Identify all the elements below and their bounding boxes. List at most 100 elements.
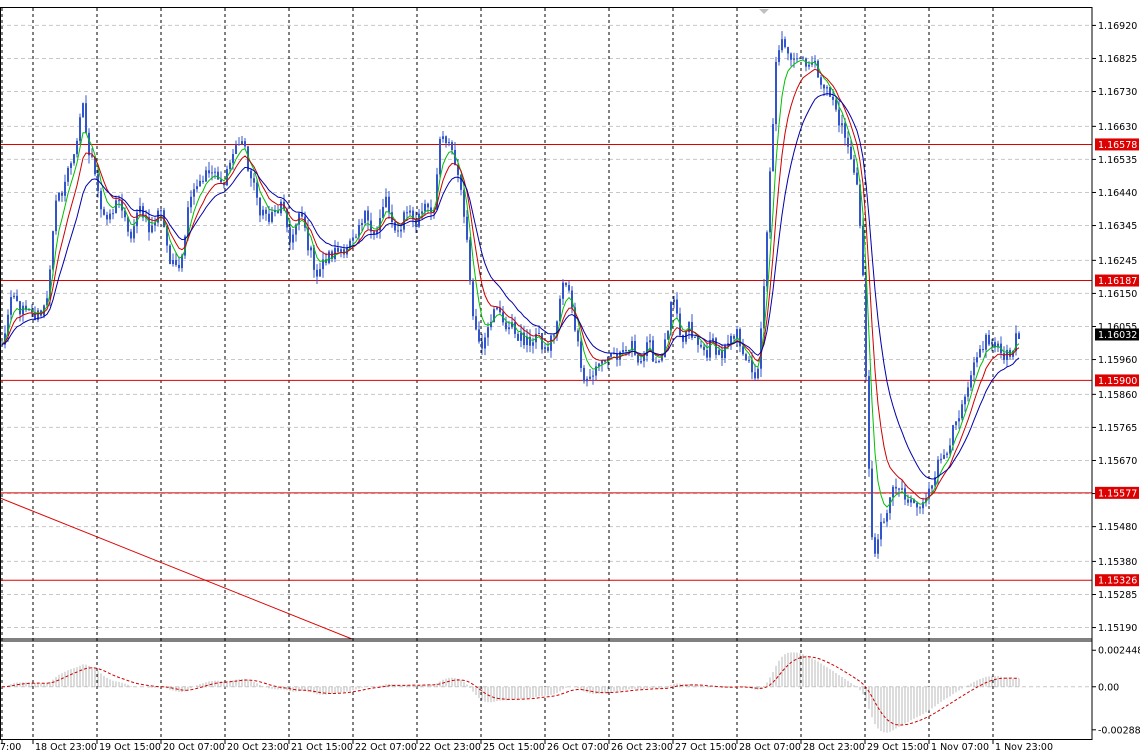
- candle-body: [640, 361, 642, 363]
- candle-body: [745, 354, 747, 361]
- candle-body: [790, 53, 792, 60]
- candle-body: [544, 347, 546, 350]
- candle-body: [979, 349, 981, 358]
- candle-body: [694, 336, 696, 338]
- level-price-label: 1.15577: [1098, 488, 1137, 499]
- candle-body: [397, 230, 399, 232]
- time-tick-label: 26 Oct 07:00: [547, 742, 609, 753]
- candle-body: [844, 123, 846, 138]
- candle-body: [955, 421, 957, 426]
- candle-body: [328, 251, 330, 263]
- candle-body: [799, 57, 801, 59]
- candle-body: [730, 335, 732, 344]
- price-tick-label: 1.15285: [1098, 590, 1137, 601]
- candle-body: [469, 239, 471, 282]
- candle-body: [829, 87, 831, 97]
- candle-body: [883, 521, 885, 523]
- price-tick-label: 1.15670: [1098, 456, 1137, 467]
- candle-body: [112, 213, 114, 215]
- candle-body: [820, 77, 822, 85]
- candle-body: [856, 172, 858, 185]
- candle-body: [472, 281, 474, 317]
- candle-body: [373, 231, 375, 234]
- candle-body: [625, 350, 627, 352]
- candle-body: [808, 64, 810, 67]
- moving-average-line: [1, 59, 1020, 508]
- candle-body: [409, 210, 411, 213]
- candle-body: [451, 142, 453, 150]
- candle-body: [109, 213, 111, 220]
- candle-body: [565, 282, 567, 286]
- trend-line[interactable]: [0, 497, 353, 640]
- candle-body: [946, 453, 948, 455]
- candle-body: [343, 249, 345, 255]
- price-axis: 1.16920 1.16825 1.16730 1.16630 1.16535 1.164…: [1092, 21, 1140, 736]
- candle-body: [940, 458, 942, 460]
- candle-body: [988, 334, 990, 345]
- candle-body: [718, 350, 720, 355]
- current-price-label: 1.16032: [1098, 330, 1137, 341]
- candle-body: [82, 103, 84, 118]
- chart-shift-marker[interactable]: [759, 9, 769, 14]
- candle-body: [571, 290, 573, 308]
- time-tick-label: 26 Oct 23:00: [611, 742, 673, 753]
- candle-body: [265, 209, 267, 214]
- candle-body: [943, 454, 945, 459]
- candle-body: [355, 236, 357, 238]
- candle-body: [667, 330, 669, 340]
- candle-body: [250, 170, 252, 179]
- candle-body: [193, 189, 195, 197]
- candle-body: [466, 216, 468, 240]
- price-tick-label: 1.16345: [1098, 221, 1137, 232]
- candle-body: [316, 269, 318, 277]
- price-tick-label: 1.16825: [1098, 54, 1137, 65]
- candle-body: [64, 181, 66, 196]
- candle-body: [583, 367, 585, 382]
- candle-body: [580, 341, 582, 368]
- candle-body: [232, 154, 234, 163]
- candle-body: [22, 305, 24, 315]
- candle-body: [229, 162, 231, 170]
- candle-body: [157, 210, 159, 223]
- osc-tick-label: -0.002885: [1098, 725, 1140, 736]
- candle-body: [823, 84, 825, 89]
- candle-body: [871, 468, 873, 538]
- osc-tick-label: 0.00: [1098, 682, 1119, 693]
- candle-body: [61, 192, 63, 196]
- candle-body: [70, 163, 72, 168]
- price-tick-label: 1.15190: [1098, 623, 1137, 634]
- price-tick-label: 1.16730: [1098, 87, 1137, 98]
- level-price-label: 1.16578: [1098, 140, 1137, 151]
- candle-body: [13, 295, 15, 298]
- candle-body: [424, 203, 426, 212]
- price-tick-label: 1.16245: [1098, 256, 1137, 267]
- candle-body: [700, 344, 702, 347]
- candle-body: [775, 62, 777, 125]
- candle-body: [106, 214, 108, 220]
- candle-body: [208, 170, 210, 174]
- candle-body: [151, 225, 153, 233]
- candle-body: [319, 269, 321, 277]
- candle-body: [976, 357, 978, 363]
- candle-body: [916, 503, 918, 508]
- candle-body: [442, 136, 444, 140]
- candle-body: [118, 200, 120, 202]
- candle-body: [406, 212, 408, 214]
- candle-body: [169, 245, 171, 265]
- time-tick-label: 25 Oct 15:00: [483, 742, 545, 753]
- candle-body: [568, 285, 570, 291]
- candle-body: [931, 485, 933, 489]
- candle-body: [190, 196, 192, 208]
- candle-body: [253, 178, 255, 183]
- candle-body: [685, 332, 687, 342]
- price-tick-label: 1.16535: [1098, 155, 1137, 166]
- candle-body: [742, 346, 744, 355]
- level-price-label: 1.15326: [1098, 576, 1137, 587]
- candle-body: [301, 213, 303, 217]
- candle-body: [448, 142, 450, 144]
- candle-body: [364, 210, 366, 224]
- candle-body: [703, 346, 705, 351]
- chart-grid: [0, 8, 1092, 740]
- candle-body: [601, 360, 603, 364]
- candle-body: [235, 145, 237, 155]
